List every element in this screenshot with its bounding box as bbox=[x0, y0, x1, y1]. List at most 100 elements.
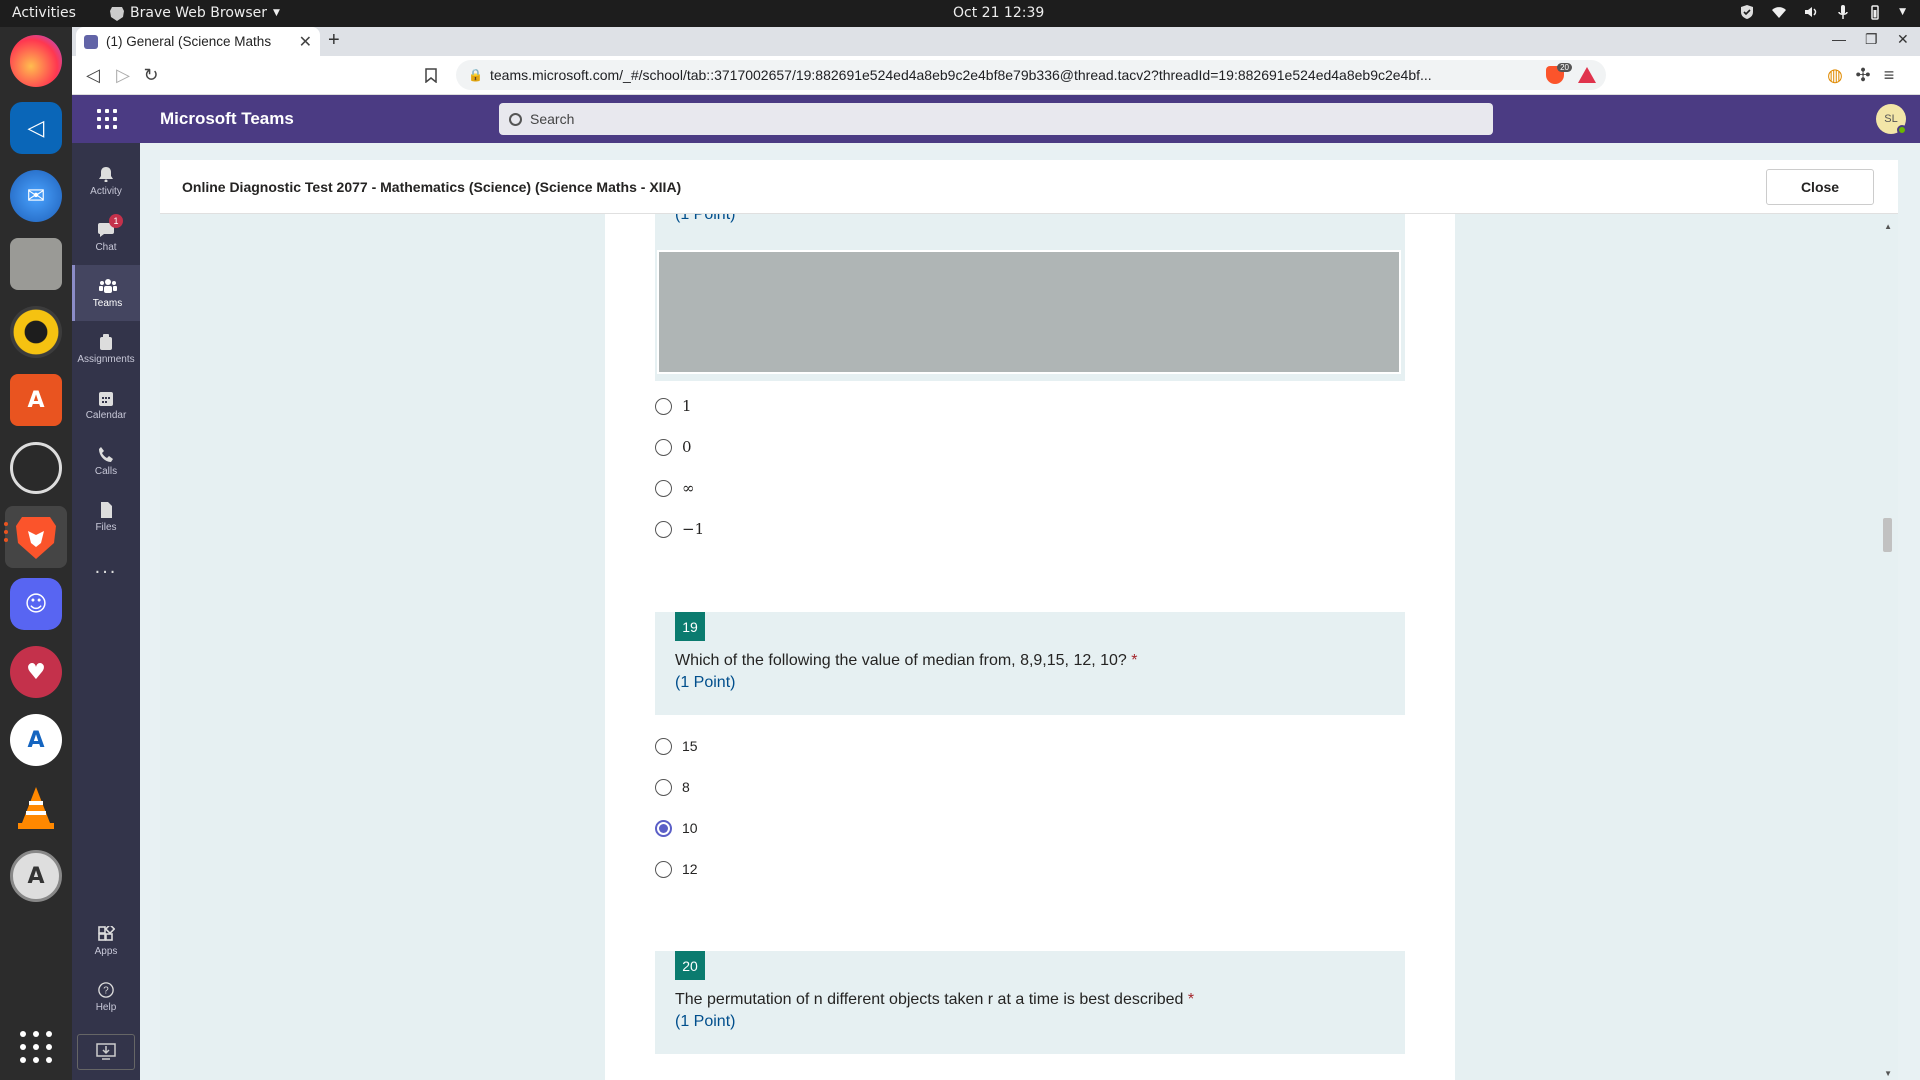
radio-button[interactable] bbox=[655, 778, 672, 796]
system-tray[interactable]: ▼ bbox=[1739, 4, 1906, 20]
app-launcher-icon[interactable] bbox=[97, 109, 117, 129]
close-button[interactable]: Close bbox=[1766, 169, 1874, 205]
android-studio-icon[interactable]: A bbox=[10, 714, 62, 766]
vscode-icon[interactable]: ◁ bbox=[10, 102, 62, 154]
help-icon: ? bbox=[98, 981, 114, 998]
more-apps-button[interactable]: ... bbox=[72, 556, 140, 579]
forward-button[interactable]: ▷ bbox=[112, 65, 134, 85]
tab-strip: (1) General (Science Maths ✕ + — ❐ ✕ bbox=[72, 27, 1920, 56]
bell-icon bbox=[99, 166, 113, 182]
answer-option[interactable]: 8 bbox=[655, 777, 690, 797]
rail-item-chat[interactable]: 1 Chat bbox=[72, 209, 140, 265]
extensions-puzzle-icon[interactable]: ✣ bbox=[1852, 65, 1874, 85]
answer-option[interactable]: ∞ bbox=[655, 478, 695, 498]
brave-rewards-icon[interactable] bbox=[1578, 67, 1596, 83]
close-window-icon[interactable]: ✕ bbox=[1897, 31, 1909, 48]
discord-icon[interactable]: ☺ bbox=[10, 578, 62, 630]
radio-button[interactable] bbox=[655, 438, 672, 456]
assignments-icon bbox=[100, 333, 112, 350]
search-input[interactable]: Search bbox=[499, 103, 1493, 135]
phone-icon bbox=[99, 446, 113, 462]
answer-option-selected[interactable]: 10 bbox=[655, 818, 698, 838]
thunderbird-icon[interactable]: ✉ bbox=[10, 170, 62, 222]
app-menu-label: Brave Web Browser bbox=[130, 5, 267, 21]
shield-icon bbox=[1741, 5, 1754, 19]
rail-item-teams[interactable]: Teams bbox=[72, 265, 140, 321]
answer-option[interactable]: −1 bbox=[655, 519, 704, 539]
rail-item-label: Activity bbox=[90, 185, 122, 197]
option-label: 15 bbox=[682, 738, 698, 754]
question-text: Which of the following the value of medi… bbox=[675, 652, 1138, 670]
rail-item-calls[interactable]: Calls bbox=[72, 433, 140, 489]
address-bar[interactable]: 🔒 teams.microsoft.com/_#/school/tab::371… bbox=[456, 60, 1606, 90]
app-menu[interactable]: Brave Web Browser ▼ bbox=[110, 5, 280, 21]
question-number: 20 bbox=[675, 951, 705, 980]
rail-item-help[interactable]: ? Help bbox=[72, 969, 140, 1025]
new-tab-button[interactable]: + bbox=[328, 29, 340, 52]
ubuntu-software-icon[interactable]: A bbox=[10, 374, 62, 426]
obs-icon[interactable] bbox=[10, 442, 62, 494]
radio-button[interactable] bbox=[655, 479, 672, 497]
question-text-body: The permutation of n different objects t… bbox=[675, 991, 1184, 1008]
clock[interactable]: Oct 21 12:39 bbox=[953, 5, 1044, 21]
rail-item-label: Calls bbox=[94, 465, 118, 477]
extension-icon[interactable]: ◍ bbox=[1824, 65, 1846, 85]
apps-icon bbox=[98, 925, 115, 941]
vlc-cone-icon bbox=[18, 787, 54, 829]
radio-button[interactable] bbox=[655, 737, 672, 755]
question-point: (1 Point) bbox=[675, 674, 736, 691]
answer-option[interactable]: 0 bbox=[655, 437, 692, 457]
restore-icon[interactable]: ❐ bbox=[1865, 31, 1878, 48]
rail-item-label: Help bbox=[95, 1001, 117, 1013]
bookmark-icon[interactable] bbox=[425, 68, 437, 83]
brave-icon[interactable] bbox=[5, 506, 67, 568]
radio-button[interactable] bbox=[655, 397, 672, 415]
radio-button[interactable] bbox=[655, 860, 672, 878]
minimize-icon[interactable]: — bbox=[1832, 31, 1846, 47]
brave-lion-icon bbox=[16, 517, 56, 559]
rail-item-label: Chat bbox=[95, 241, 117, 253]
form-card: (1 Point) 1 0 ∞ −1 19 Which of the follo… bbox=[605, 214, 1455, 1080]
radio-button-checked[interactable] bbox=[655, 819, 672, 837]
rail-item-apps[interactable]: Apps bbox=[72, 913, 140, 969]
avatar[interactable]: SL bbox=[1876, 104, 1907, 135]
question-point: (1 Point) bbox=[675, 1013, 736, 1030]
files-icon bbox=[101, 501, 112, 518]
firefox-icon[interactable] bbox=[10, 35, 62, 87]
vlc-icon[interactable] bbox=[10, 782, 62, 834]
answer-option[interactable]: 1 bbox=[655, 396, 692, 416]
rail-item-calendar[interactable]: Calendar bbox=[72, 377, 140, 433]
radio-button[interactable] bbox=[655, 520, 672, 538]
activities-button[interactable]: Activities bbox=[12, 5, 76, 21]
files-icon[interactable] bbox=[10, 238, 62, 290]
option-label: 10 bbox=[682, 820, 698, 836]
rhythmbox-icon[interactable] bbox=[10, 306, 62, 358]
running-indicator bbox=[4, 530, 8, 534]
browser-tab[interactable]: (1) General (Science Maths ✕ bbox=[76, 27, 320, 56]
menu-icon[interactable]: ≡ bbox=[1878, 65, 1900, 85]
rail-item-assignments[interactable]: Assignments bbox=[72, 321, 140, 377]
scrollbar-thumb[interactable] bbox=[1883, 518, 1892, 552]
show-applications-icon[interactable] bbox=[10, 1021, 62, 1073]
software-updater-icon[interactable]: A bbox=[10, 850, 62, 902]
rail-item-activity[interactable]: Activity bbox=[72, 153, 140, 209]
scroll-up-arrow[interactable]: ▲ bbox=[1884, 222, 1892, 231]
scroll-down-arrow[interactable]: ▼ bbox=[1884, 1069, 1892, 1078]
back-button[interactable]: ◁ bbox=[82, 65, 104, 85]
answer-option[interactable]: 15 bbox=[655, 736, 698, 756]
running-indicator bbox=[4, 538, 8, 542]
app-title: Microsoft Teams bbox=[160, 109, 294, 128]
close-tab-icon[interactable]: ✕ bbox=[299, 32, 312, 52]
presence-indicator bbox=[1897, 125, 1907, 135]
brave-shields-icon[interactable]: 20 bbox=[1546, 63, 1572, 84]
chat-icon: 1 bbox=[97, 213, 123, 238]
answer-option[interactable]: 12 bbox=[655, 859, 698, 879]
question-text: The permutation of n different objects t… bbox=[675, 991, 1194, 1009]
chevron-down-icon: ▼ bbox=[273, 8, 280, 18]
volume-icon bbox=[1805, 7, 1817, 17]
reload-button[interactable]: ↻ bbox=[140, 65, 162, 85]
download-button[interactable] bbox=[77, 1034, 135, 1070]
rail-item-files[interactable]: Files bbox=[72, 489, 140, 545]
browser-toolbar: ◁ ▷ ↻ 🔒 teams.microsoft.com/_#/school/ta… bbox=[72, 56, 1920, 95]
health-icon[interactable]: ♥ bbox=[10, 646, 62, 698]
